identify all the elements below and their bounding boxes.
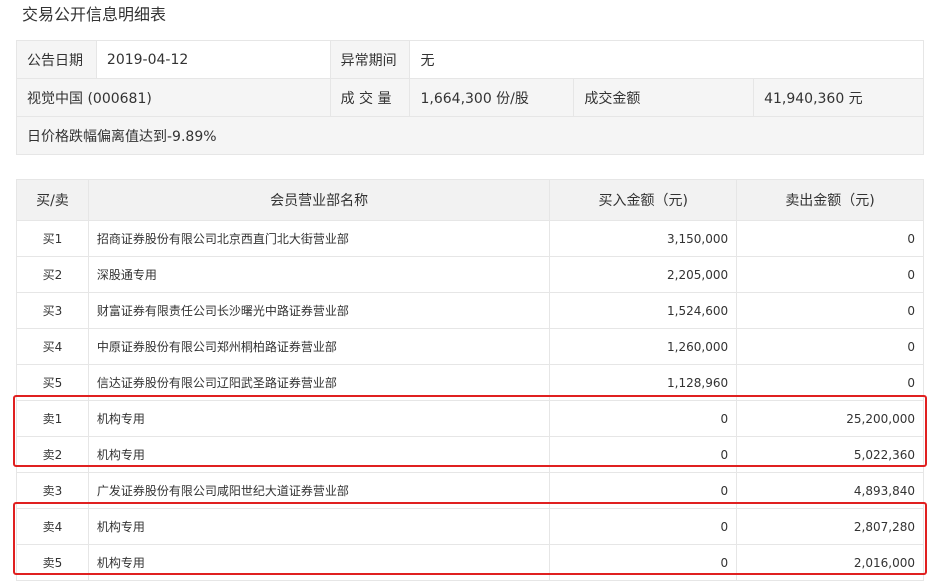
row-member-name: 机构专用 xyxy=(87,544,551,581)
row-member-name: 招商证券股份有限公司北京西直门北大街营业部 xyxy=(87,220,551,257)
table-row: 卖3 广发证券股份有限公司咸阳世纪大道证券营业部 0 4,893,840 xyxy=(16,472,924,509)
row-sell-amount: 2,807,280 xyxy=(736,508,924,545)
row-buy-amount: 0 xyxy=(549,400,738,437)
row-member-name: 机构专用 xyxy=(87,508,551,545)
row-buy-amount: 0 xyxy=(549,544,738,581)
date-value: 2019-04-12 xyxy=(95,40,331,79)
row-sell-amount: 4,893,840 xyxy=(736,472,924,509)
row-direction: 卖3 xyxy=(16,472,89,509)
row-buy-amount: 0 xyxy=(549,508,738,545)
row-member-name: 机构专用 xyxy=(87,436,551,473)
row-sell-amount: 0 xyxy=(736,220,924,257)
row-direction: 卖2 xyxy=(16,436,89,473)
trade-detail-table: 买/卖 会员营业部名称 买入金额（元) 卖出金额（元) 买1 招商证券股份有限公… xyxy=(16,179,924,581)
row-buy-amount: 0 xyxy=(549,436,738,473)
row-direction: 买5 xyxy=(16,364,89,401)
row-direction: 买1 xyxy=(16,220,89,257)
row-buy-amount: 1,260,000 xyxy=(549,328,738,365)
row-sell-amount: 25,200,000 xyxy=(736,400,924,437)
row-member-name: 广发证券股份有限公司咸阳世纪大道证券营业部 xyxy=(87,472,551,509)
row-buy-amount: 0 xyxy=(549,472,738,509)
table-row: 卖5 机构专用 0 2,016,000 xyxy=(16,544,924,581)
row-direction: 买2 xyxy=(16,256,89,293)
row-direction: 买3 xyxy=(16,292,89,329)
row-buy-amount: 3,150,000 xyxy=(549,220,738,257)
table-row: 卖1 机构专用 0 25,200,000 xyxy=(16,400,924,437)
row-direction: 买4 xyxy=(16,328,89,365)
row-sell-amount: 2,016,000 xyxy=(736,544,924,581)
row-member-name: 机构专用 xyxy=(87,400,551,437)
abnormal-period-value: 无 xyxy=(409,40,924,79)
volume-label: 成 交 量 xyxy=(329,78,411,117)
row-member-name: 信达证券股份有限公司辽阳武圣路证券营业部 xyxy=(87,364,551,401)
table-row: 买2 深股通专用 2,205,000 0 xyxy=(16,256,924,293)
page-title: 交易公开信息明细表 xyxy=(22,5,167,24)
row-direction: 卖5 xyxy=(16,544,89,581)
table-row: 买3 财富证券有限责任公司长沙曙光中路证券营业部 1,524,600 0 xyxy=(16,292,924,329)
summary-table: 公告日期 2019-04-12 异常期间 无 视觉中国 (000681) 成 交… xyxy=(16,40,924,155)
table-row: 卖4 机构专用 0 2,807,280 xyxy=(16,508,924,545)
header-sell-amount: 卖出金额（元) xyxy=(736,179,924,221)
row-member-name: 深股通专用 xyxy=(87,256,551,293)
row-sell-amount: 0 xyxy=(736,364,924,401)
header-buy-amount: 买入金额（元) xyxy=(549,179,738,221)
table-row: 卖2 机构专用 0 5,022,360 xyxy=(16,436,924,473)
table-row: 买1 招商证券股份有限公司北京西直门北大街营业部 3,150,000 0 xyxy=(16,220,924,257)
row-member-name: 中原证券股份有限公司郑州桐柏路证券营业部 xyxy=(87,328,551,365)
table-row: 买5 信达证券股份有限公司辽阳武圣路证券营业部 1,128,960 0 xyxy=(16,364,924,401)
row-direction: 卖4 xyxy=(16,508,89,545)
volume-value: 1,664,300 份/股 xyxy=(409,78,575,117)
row-direction: 卖1 xyxy=(16,400,89,437)
abnormal-period-label: 异常期间 xyxy=(329,40,411,79)
amount-label: 成交金额 xyxy=(573,78,755,117)
row-sell-amount: 0 xyxy=(736,256,924,293)
header-member-name: 会员营业部名称 xyxy=(87,179,551,221)
row-buy-amount: 2,205,000 xyxy=(549,256,738,293)
row-buy-amount: 1,524,600 xyxy=(549,292,738,329)
table-row: 买4 中原证券股份有限公司郑州桐柏路证券营业部 1,260,000 0 xyxy=(16,328,924,365)
stock-name: 视觉中国 (000681) xyxy=(16,78,331,117)
row-member-name: 财富证券有限责任公司长沙曙光中路证券营业部 xyxy=(87,292,551,329)
amount-value: 41,940,360 元 xyxy=(753,78,924,117)
header-direction: 买/卖 xyxy=(16,179,89,221)
row-sell-amount: 5,022,360 xyxy=(736,436,924,473)
row-buy-amount: 1,128,960 xyxy=(549,364,738,401)
row-sell-amount: 0 xyxy=(736,292,924,329)
deviation-reason: 日价格跌幅偏离值达到-9.89% xyxy=(16,116,924,155)
row-sell-amount: 0 xyxy=(736,328,924,365)
date-label: 公告日期 xyxy=(16,40,97,79)
